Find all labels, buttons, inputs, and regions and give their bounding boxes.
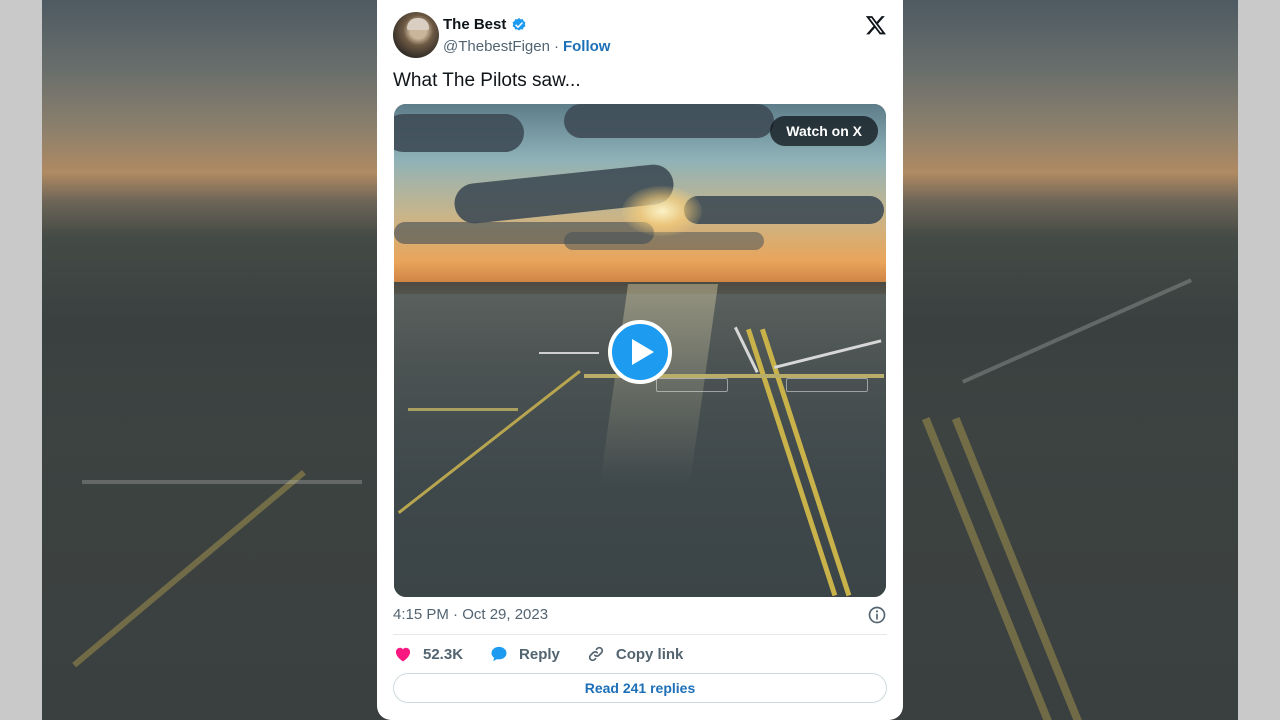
reply-label: Reply [519,645,560,663]
divider [393,634,887,635]
info-icon[interactable] [867,605,887,625]
author-handle[interactable]: @ThebestFigen [443,38,550,55]
tweet-text: What The Pilots saw... [393,70,581,91]
video-player[interactable]: Watch on X [394,104,886,597]
author-name-row: The Best [443,16,527,33]
timestamp-row: 4:15 PM · Oct 29, 2023 [393,605,887,625]
play-icon [632,339,654,365]
tweet-actions: 52.3K Reply Copy link [393,644,709,664]
video-sun [622,186,702,236]
follow-button[interactable]: Follow [563,38,611,55]
verified-badge-icon [512,17,526,31]
tweet-embed-card: The Best @ThebestFigen · Follow What The… [377,0,903,720]
play-button[interactable] [608,320,672,384]
right-margin [1238,0,1280,720]
watch-on-x-button[interactable]: Watch on X [770,116,878,146]
tweet-timestamp[interactable]: 4:15 PM · Oct 29, 2023 [393,606,548,623]
copy-link-button[interactable]: Copy link [586,644,684,664]
runway-number-2 [786,378,868,392]
tweet-header: The Best @ThebestFigen · Follow [393,12,887,58]
like-button[interactable]: 52.3K [393,644,463,664]
like-count: 52.3K [423,645,464,663]
handle-row: @ThebestFigen · Follow [443,38,610,55]
reply-button[interactable]: Reply [489,644,560,664]
separator-dot: · [553,38,559,55]
author-display-name[interactable]: The Best [443,16,506,33]
x-logo-icon[interactable] [865,14,887,36]
heart-icon [395,647,411,662]
avatar[interactable] [393,12,439,58]
reply-bubble-icon [491,646,507,662]
left-margin [0,0,42,720]
read-replies-button[interactable]: Read 241 replies [393,673,887,703]
runway-number-1 [656,378,728,392]
link-icon [588,646,603,662]
copy-link-label: Copy link [615,645,684,663]
